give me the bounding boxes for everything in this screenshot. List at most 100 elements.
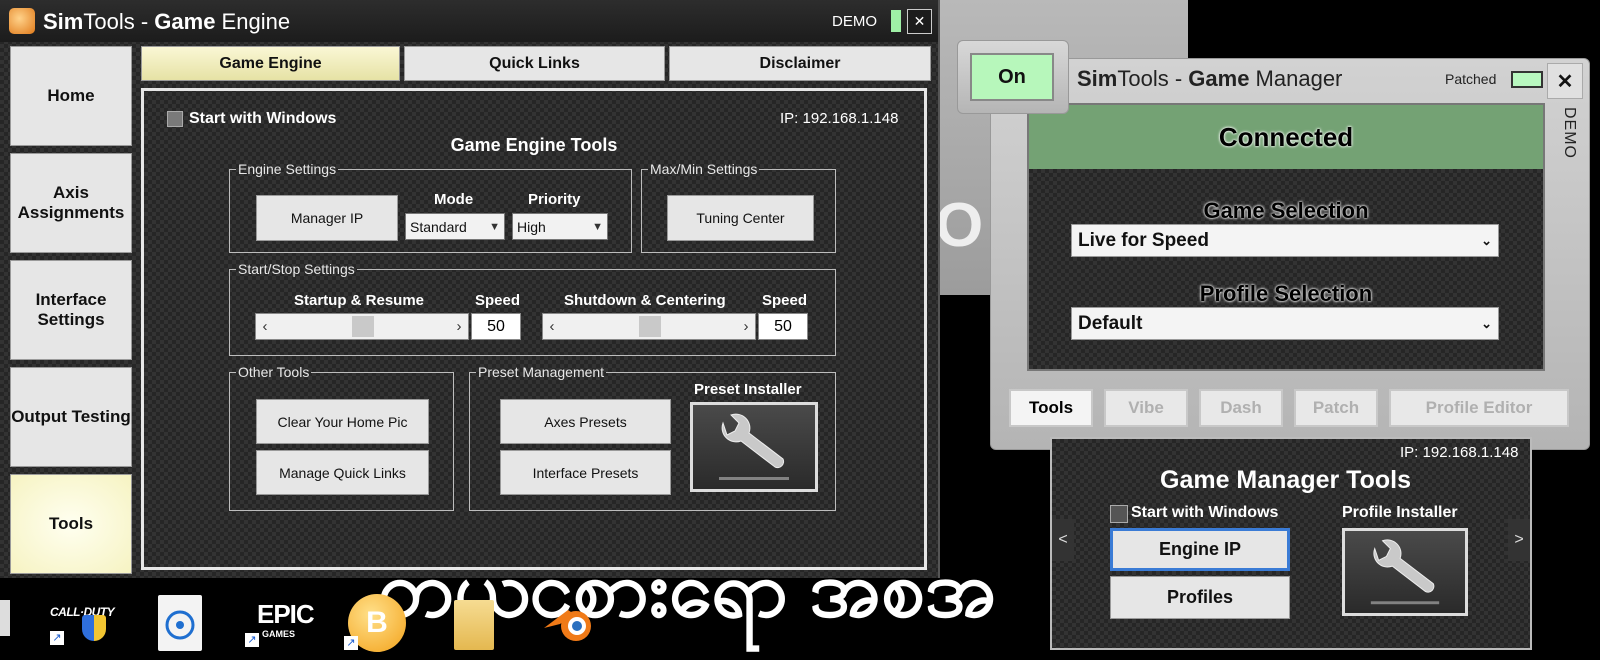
- tab-tools[interactable]: Tools: [1009, 389, 1093, 427]
- manager-start-with-windows-checkbox[interactable]: [1110, 505, 1128, 523]
- slider-thumb[interactable]: [352, 316, 374, 337]
- game-selection-dropdown[interactable]: Live for Speed ⌄: [1071, 224, 1499, 257]
- chevron-right-icon[interactable]: ›: [450, 314, 468, 339]
- prev-page-button[interactable]: <: [1052, 519, 1074, 561]
- game-engine-window: SimTools - Game Engine DEMO ✕ Home Axis …: [0, 0, 940, 578]
- manager-main-panel: Connected Game Selection Live for Speed ⌄…: [1027, 103, 1545, 371]
- startstop-settings-legend: Start/Stop Settings: [238, 261, 355, 277]
- connection-status: Connected: [1218, 121, 1354, 152]
- engine-titlebar[interactable]: SimTools - Game Engine DEMO ✕: [0, 0, 938, 42]
- other-tools-legend: Other Tools: [238, 364, 310, 380]
- priority-select[interactable]: High ▼: [512, 213, 608, 240]
- manager-tools-panel: IP: 192.168.1.148 Game Manager Tools Sta…: [1050, 437, 1532, 650]
- interface-presets-button[interactable]: Interface Presets: [500, 450, 671, 495]
- profile-installer-button[interactable]: [1342, 528, 1468, 616]
- slider-thumb[interactable]: [639, 316, 661, 337]
- tab-patch[interactable]: Patch: [1294, 389, 1378, 427]
- blender-icon[interactable]: [540, 598, 600, 648]
- engine-ip-readout: IP: 192.168.1.148: [780, 110, 899, 127]
- shortcut-arrow-icon: ↗: [245, 633, 259, 647]
- tab-dash[interactable]: Dash: [1199, 389, 1283, 427]
- bitcoin-symbol: B: [366, 606, 388, 639]
- game-selection-label: Game Selection: [1203, 198, 1369, 223]
- sidebar-item-output-testing[interactable]: Output Testing: [10, 367, 132, 467]
- engine-settings-legend: Engine Settings: [238, 161, 337, 177]
- axes-presets-button[interactable]: Axes Presets: [500, 399, 671, 444]
- epic-logo-sub: GAMES: [262, 629, 296, 639]
- epic-games-icon[interactable]: EPIC GAMES ↗: [245, 595, 315, 651]
- blender-logo-icon: [544, 610, 591, 641]
- manager-close-button[interactable]: ✕: [1547, 63, 1583, 99]
- game-manager-window: SimTools - Game Manager Patched ✕ Connec…: [990, 58, 1590, 450]
- profiles-button[interactable]: Profiles: [1110, 576, 1290, 619]
- demo-label: DEMO: [832, 13, 877, 30]
- tab-quick-links[interactable]: Quick Links: [404, 46, 665, 81]
- call-of-duty-icon[interactable]: CALL·DUTY ↗: [48, 595, 115, 651]
- clear-home-pic-button[interactable]: Clear Your Home Pic: [256, 399, 429, 444]
- engine-window-title: SimTools - Game Engine: [43, 9, 291, 34]
- wallpaper-letter: O: [935, 191, 984, 260]
- game-selection-value: Live for Speed: [1078, 229, 1209, 251]
- chevron-right-icon[interactable]: ›: [737, 314, 755, 339]
- tab-disclaimer[interactable]: Disclaimer: [669, 46, 931, 81]
- shortcut-arrow-icon: ↗: [50, 631, 64, 645]
- preset-installer-label: Preset Installer: [694, 381, 802, 398]
- tab-vibe[interactable]: Vibe: [1104, 389, 1188, 427]
- shield-icon: [82, 615, 106, 641]
- demo-vertical-label: DEMO: [1561, 107, 1578, 159]
- disc-icon: [165, 610, 195, 640]
- epic-logo-text: EPIC: [257, 599, 315, 629]
- startup-speed-input[interactable]: 50: [471, 313, 521, 340]
- profile-selection-dropdown[interactable]: Default ⌄: [1071, 307, 1499, 340]
- document-icon[interactable]: [158, 595, 202, 651]
- shutdown-speed-label: Speed: [762, 292, 808, 309]
- sidebar-item-home[interactable]: Home: [10, 46, 132, 146]
- shutdown-speed-input[interactable]: 50: [758, 313, 808, 340]
- engine-close-button[interactable]: ✕: [907, 9, 932, 34]
- wrench-icon: [1370, 539, 1440, 605]
- manager-tools-title: Game Manager Tools: [1160, 466, 1411, 494]
- preset-installer-button[interactable]: [690, 402, 818, 492]
- patched-indicator: [1511, 71, 1543, 88]
- profile-selection-label: Profile Selection: [1199, 281, 1373, 306]
- next-page-button[interactable]: >: [1508, 519, 1530, 561]
- wrench-icon: [719, 413, 789, 480]
- chevron-left-icon[interactable]: ‹: [543, 314, 561, 339]
- startup-resume-label: Startup & Resume: [294, 292, 425, 309]
- desktop-icon-partial[interactable]: [0, 600, 10, 636]
- engine-tools-title: Game Engine Tools: [450, 135, 618, 155]
- mode-select[interactable]: Standard ▼: [405, 213, 505, 240]
- manager-start-with-windows-label: Start with Windows: [1131, 504, 1279, 521]
- engine-content-panel: Start with Windows IP: 192.168.1.148 Gam…: [141, 88, 927, 570]
- sidebar-item-axis-assignments[interactable]: Axis Assignments: [10, 153, 132, 253]
- mode-label: Mode: [434, 191, 474, 208]
- start-with-windows-checkbox[interactable]: [167, 111, 183, 127]
- manager-ip-button[interactable]: Manager IP: [256, 195, 398, 241]
- on-toggle-button[interactable]: On: [970, 53, 1054, 101]
- tuning-center-button[interactable]: Tuning Center: [667, 195, 814, 241]
- engine-ip-button[interactable]: Engine IP: [1110, 528, 1290, 571]
- chevron-left-icon[interactable]: ‹: [256, 314, 274, 339]
- tab-profile-editor[interactable]: Profile Editor: [1389, 389, 1569, 427]
- sidebar-item-tools[interactable]: Tools: [10, 474, 132, 574]
- status-indicator: [891, 10, 901, 32]
- chevron-down-icon: ▼: [489, 220, 500, 233]
- tab-game-engine[interactable]: Game Engine: [141, 46, 400, 81]
- mode-select-value: Standard: [410, 218, 467, 235]
- bitcoin-icon[interactable]: B ↗: [344, 592, 410, 654]
- priority-select-value: High: [517, 218, 546, 235]
- connection-status-banner: Connected: [1029, 105, 1543, 169]
- shutdown-centering-slider[interactable]: ‹ ›: [542, 313, 756, 340]
- folder-icon[interactable]: [454, 600, 494, 650]
- profile-selection-value: Default: [1078, 312, 1143, 334]
- chevron-down-icon: ⌄: [1481, 315, 1492, 331]
- shortcut-arrow-icon: ↗: [344, 636, 358, 650]
- manage-quick-links-button[interactable]: Manage Quick Links: [256, 450, 429, 495]
- sidebar-item-interface-settings[interactable]: Interface Settings: [10, 260, 132, 360]
- manager-title[interactable]: SimTools - Game Manager: [1077, 66, 1342, 92]
- preset-management-legend: Preset Management: [478, 364, 605, 380]
- manager-ip-readout: IP: 192.168.1.148: [1400, 444, 1519, 461]
- startup-resume-slider[interactable]: ‹ ›: [255, 313, 469, 340]
- priority-label: Priority: [528, 191, 581, 208]
- chevron-down-icon: ⌄: [1481, 232, 1492, 248]
